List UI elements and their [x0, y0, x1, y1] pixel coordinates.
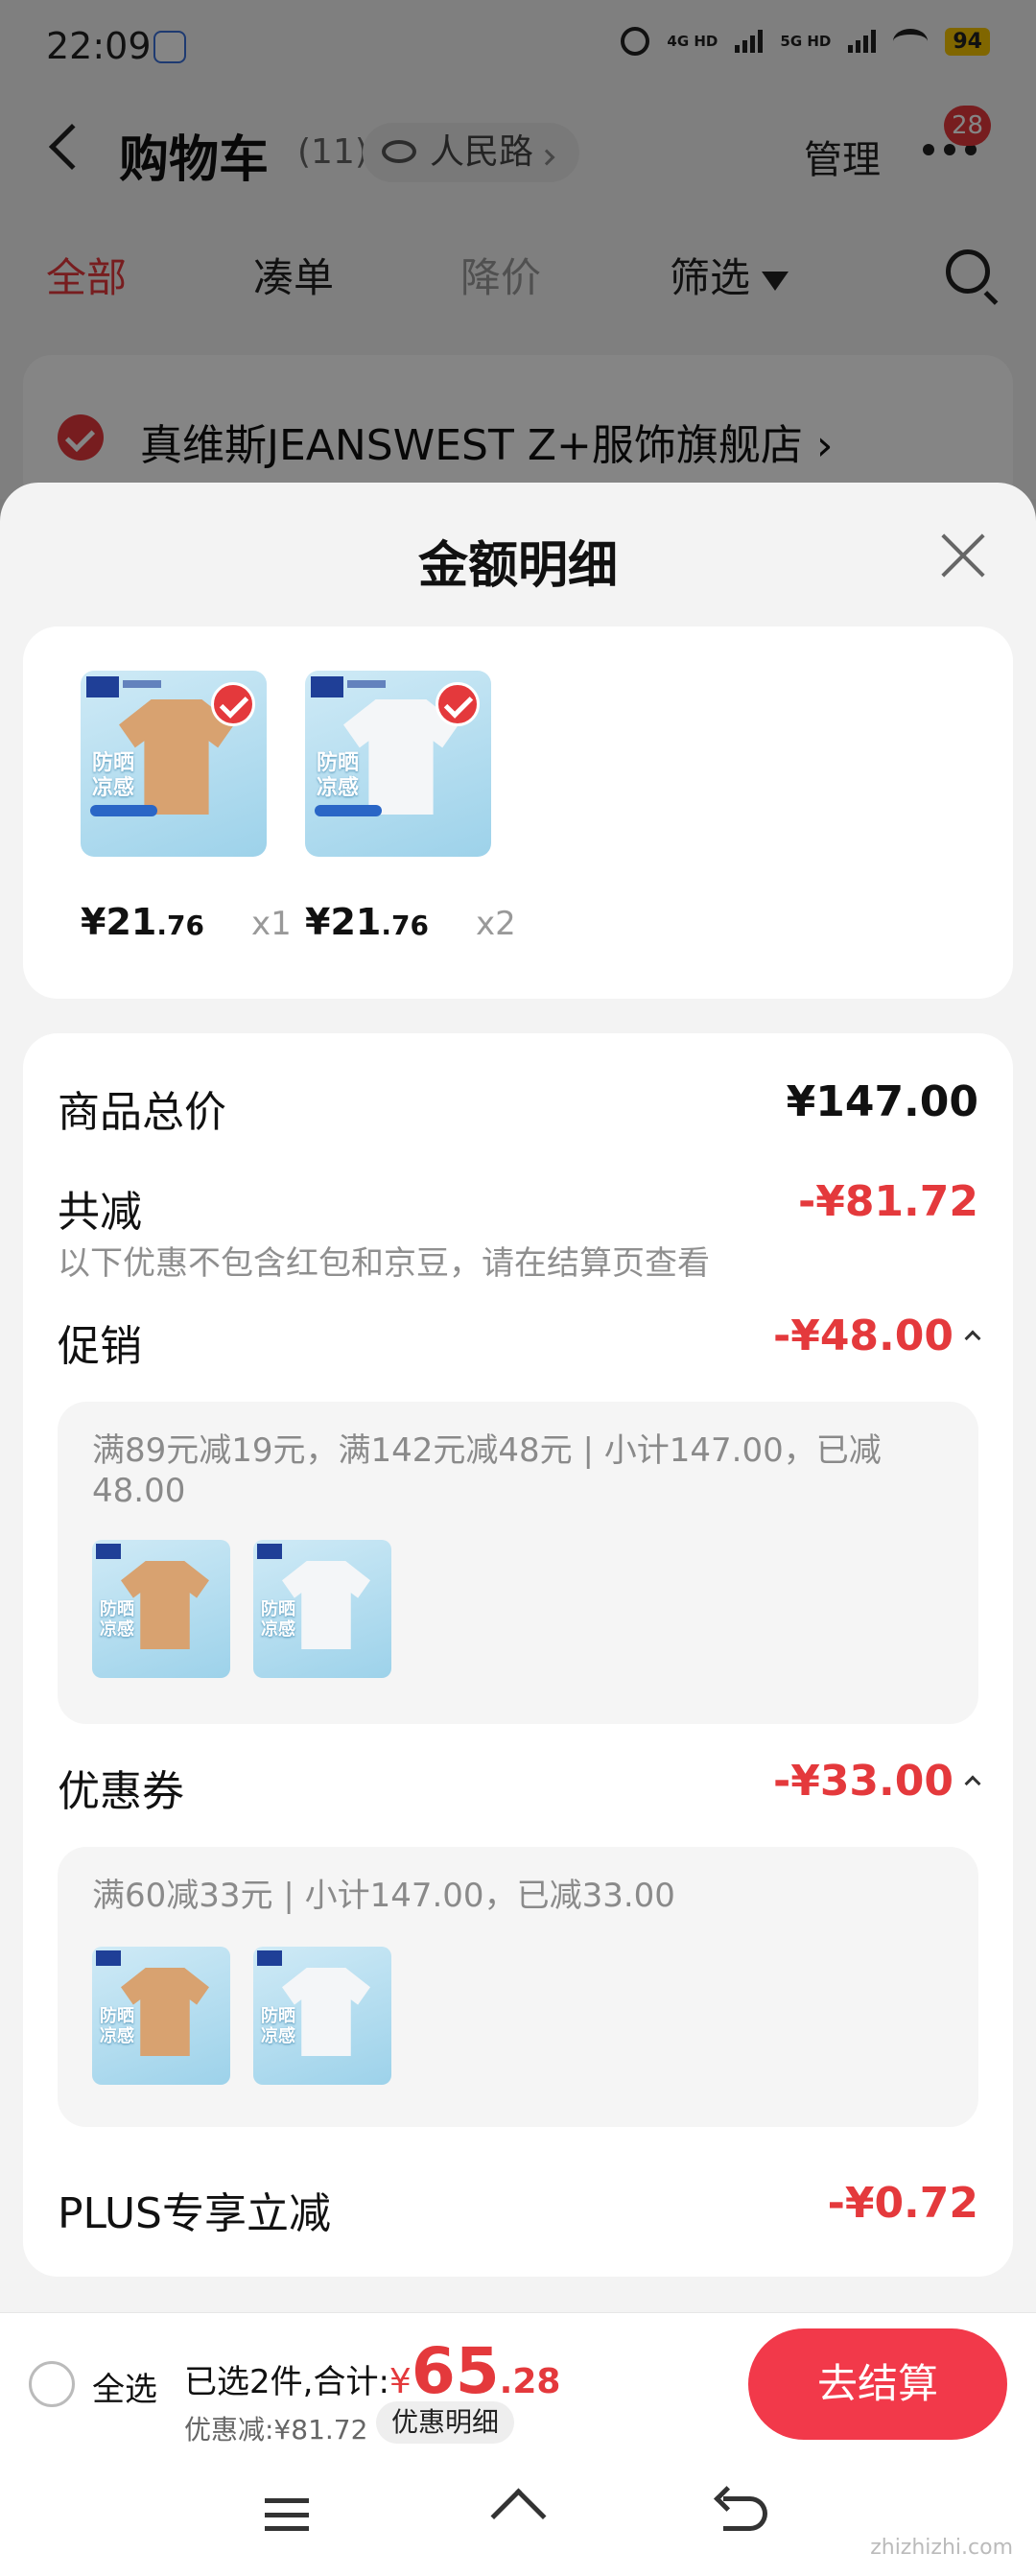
promotion-label: 促销 [58, 1322, 142, 1371]
checked-icon [211, 682, 255, 726]
checked-icon [436, 682, 480, 726]
close-icon[interactable] [938, 531, 988, 580]
total-amount: 65 [411, 2334, 500, 2408]
total-reduction-label: 共减 [58, 1188, 142, 1237]
selected-count-text: 已选2件,合计: [184, 2363, 389, 2401]
product-price: ¥21.76 [81, 901, 204, 943]
promotion-toggle[interactable]: -¥48.00 [772, 1312, 981, 1360]
select-all-checkbox[interactable] [29, 2361, 75, 2407]
plus-discount-value: -¥0.72 [827, 2179, 978, 2228]
home-icon[interactable] [493, 2491, 543, 2533]
watermark: zhizhizhi.com [870, 2536, 1013, 2560]
back-icon[interactable] [723, 2496, 767, 2531]
product-thumbnail: 防晒 凉感 [253, 1947, 391, 2085]
price-breakdown: 商品总价 ¥147.00 共减 -¥81.72 以下优惠不包含红包和京豆，请在结… [23, 1033, 1013, 2277]
product-quantity: x1 [251, 905, 292, 943]
selected-total: 已选2件,合计:¥65.28 [184, 2334, 561, 2408]
coupon-rule-text: 满60减33元 | 小计147.00，已减33.00 [92, 1877, 675, 1915]
modal-overlay[interactable] [0, 0, 1036, 499]
coupon-label: 优惠券 [58, 1767, 184, 1816]
product-thumbnail: 防晒 凉感 [253, 1540, 391, 1678]
selected-products: 防晒 凉感 ¥21.76 x1 防晒 凉感 ¥21.76 x2 [23, 626, 1013, 999]
product-quantity: x2 [476, 905, 516, 943]
reduction-note: 以下优惠不包含红包和京豆，请在结算页查看 [58, 1244, 710, 1283]
coupon-value: -¥33.00 [772, 1757, 954, 1806]
product-thumbnail: 防晒 凉感 [92, 1947, 230, 2085]
chevron-up-icon [964, 1775, 981, 1792]
product-thumbnail: 防晒 凉感 [81, 671, 267, 857]
menu-icon[interactable] [265, 2498, 309, 2531]
chevron-up-icon [964, 1330, 981, 1347]
coupon-toggle[interactable]: -¥33.00 [772, 1757, 981, 1806]
promotion-value: -¥48.00 [772, 1312, 954, 1360]
discount-detail-button[interactable]: 优惠明细 [376, 2401, 515, 2444]
product-item[interactable]: 防晒 凉感 ¥21.76 x2 [305, 671, 516, 943]
product-thumbnail: 防晒 凉感 [92, 1540, 230, 1678]
select-all-label[interactable]: 全选 [92, 2363, 157, 2410]
discount-summary: 优惠减:¥81.72 [184, 2414, 368, 2446]
amount-detail-sheet: 金额明细 防晒 凉感 ¥21.76 x1 防晒 凉感 ¥21.76 x2 商品总… [0, 483, 1036, 2576]
total-reduction-value: -¥81.72 [797, 1177, 978, 1226]
checkout-button[interactable]: 去结算 [748, 2328, 1007, 2440]
sheet-title: 金额明细 [417, 537, 618, 595]
plus-discount-label: PLUS专享立减 [58, 2189, 331, 2238]
product-item[interactable]: 防晒 凉感 ¥21.76 x1 [81, 671, 292, 943]
promotion-rule-text: 满89元减19元，满142元减48元 | 小计147.00，已减48.00 [92, 1431, 882, 1510]
coupon-group: 满60减33元 | 小计147.00，已减33.00 防晒 凉感 防晒 凉感 [58, 1847, 978, 2127]
product-price: ¥21.76 [305, 901, 429, 943]
total-price-label: 商品总价 [58, 1088, 226, 1137]
product-thumbnail: 防晒 凉感 [305, 671, 491, 857]
promotion-group: 满89元减19元，满142元减48元 | 小计147.00，已减48.00 防晒… [58, 1402, 978, 1724]
checkout-bar: 全选 已选2件,合计:¥65.28 优惠减:¥81.72 优惠明细 去结算 [0, 2312, 1036, 2456]
total-price-value: ¥147.00 [786, 1077, 978, 1126]
